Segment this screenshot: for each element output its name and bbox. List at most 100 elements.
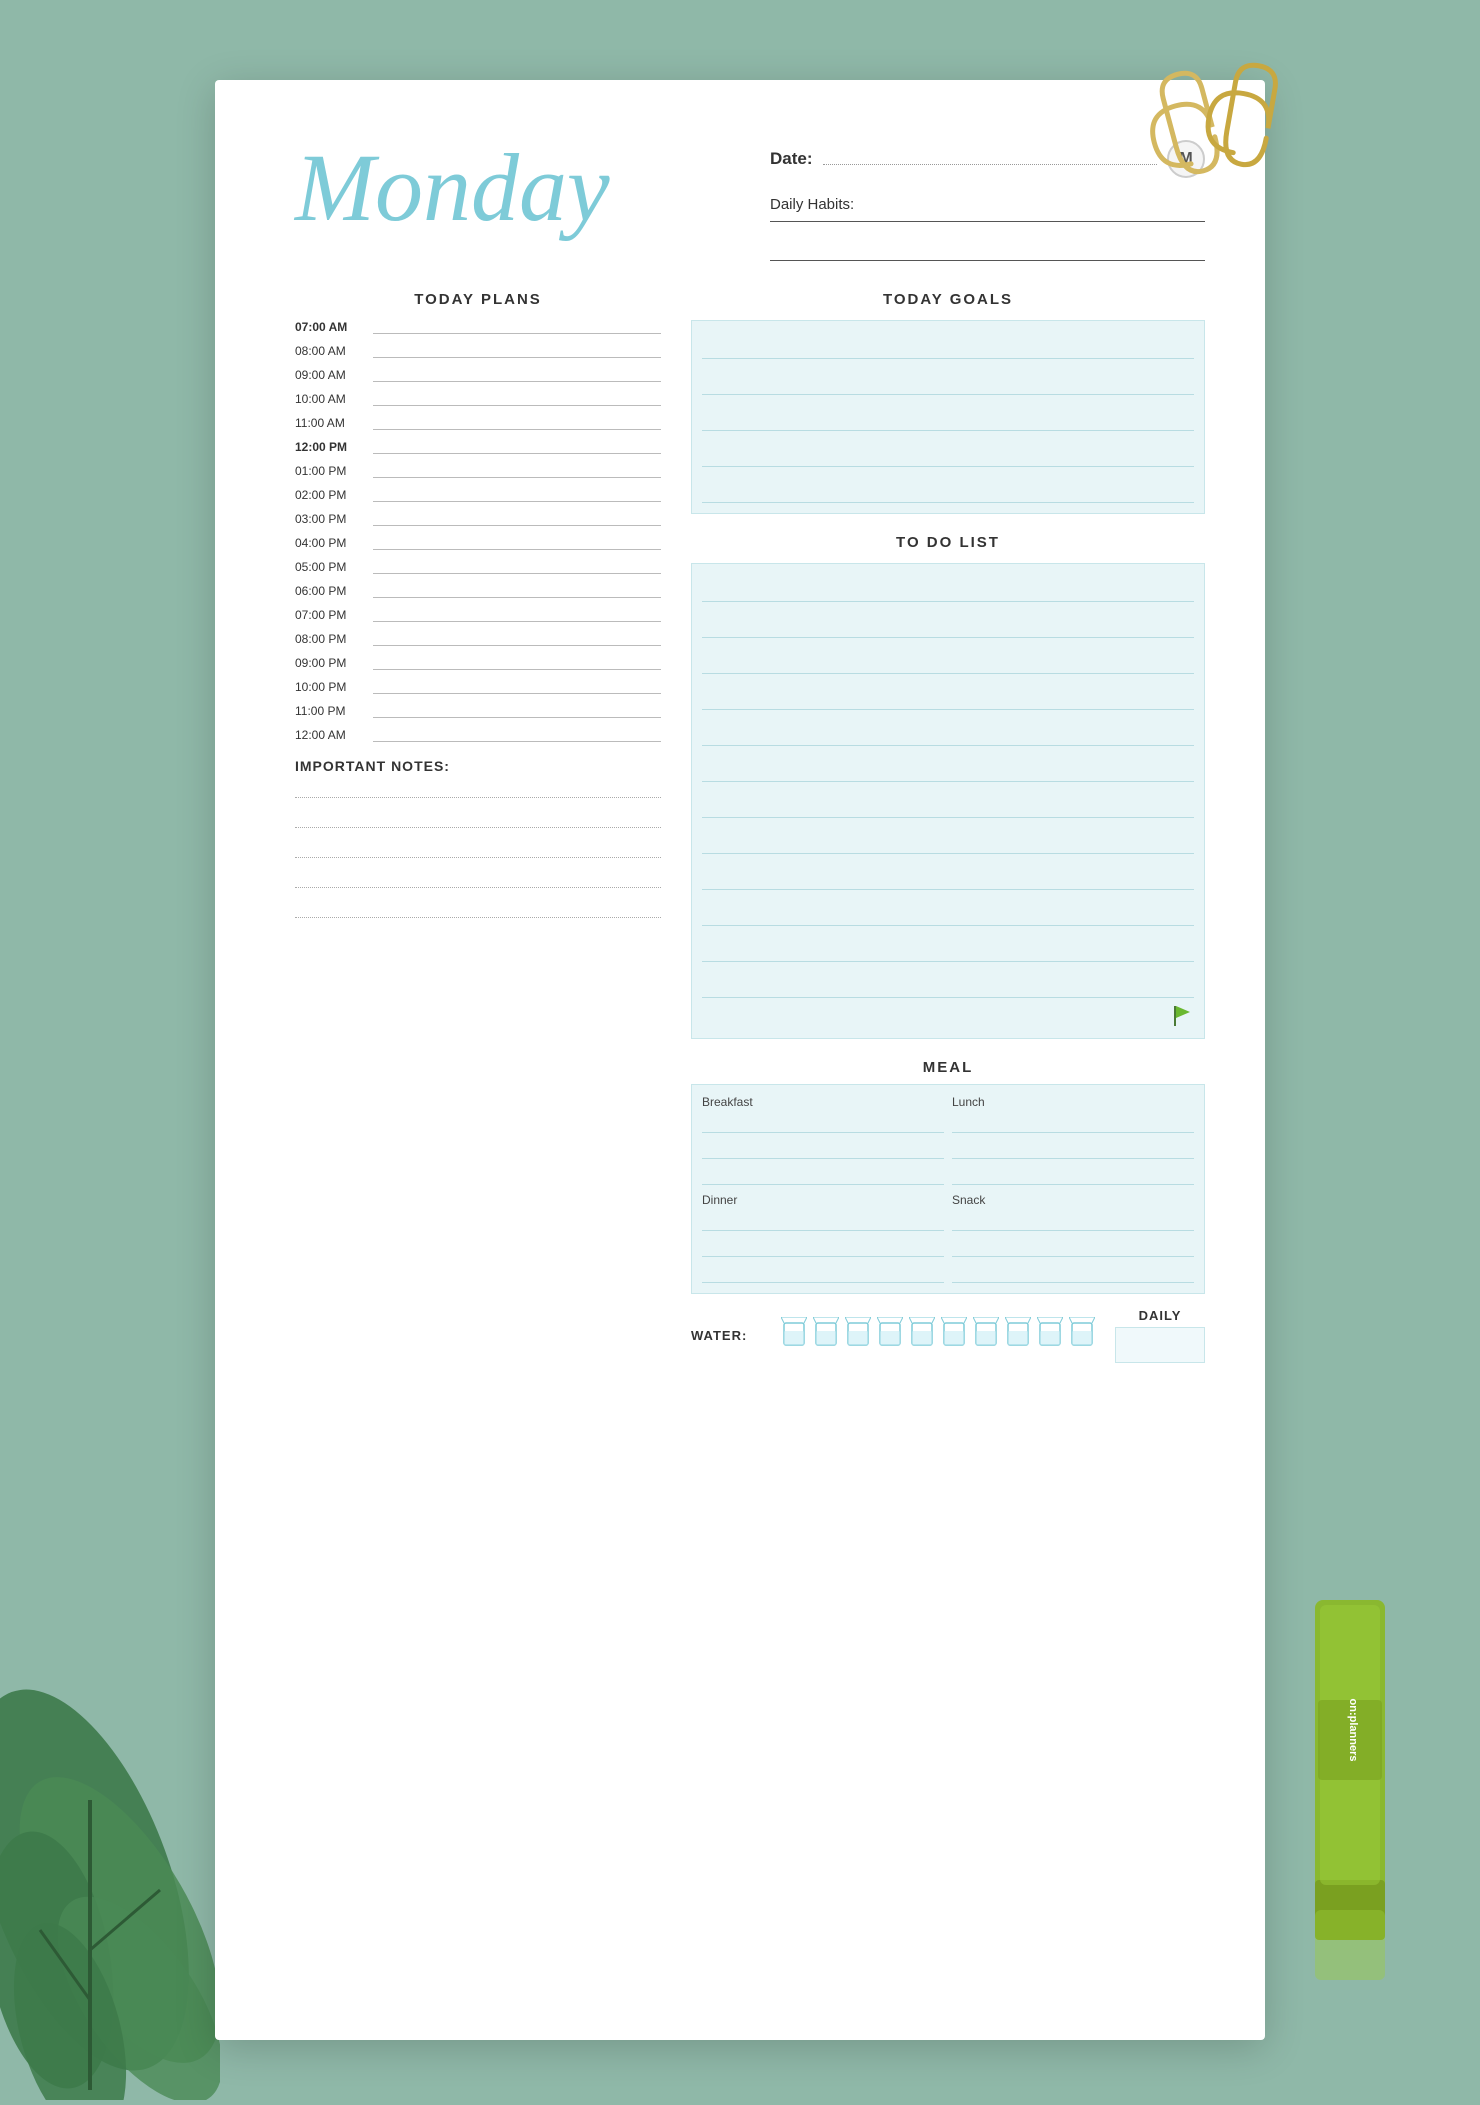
note-line (295, 872, 661, 888)
time-entry-line (373, 488, 661, 502)
water-label: WATER: (691, 1328, 761, 1343)
time-entry-line (373, 416, 661, 430)
paperclips-decoration (1120, 60, 1320, 180)
meal-grid: BreakfastLunchDinnerSnack (691, 1084, 1205, 1294)
title-area: Monday (295, 130, 730, 236)
meal-cell-lines (952, 1211, 1194, 1283)
time-row: 09:00 PM (295, 656, 661, 670)
time-label: 11:00 PM (295, 704, 367, 718)
goal-line (702, 439, 1194, 467)
todo-line (702, 970, 1194, 998)
time-label: 09:00 AM (295, 368, 367, 382)
meal-cell-label: Lunch (952, 1095, 1194, 1109)
main-content: TODAY PLANS 07:00 AM08:00 AM09:00 AM10:0… (295, 291, 1205, 1363)
habits-label: Daily Habits: (770, 196, 1205, 213)
time-entry-line (373, 392, 661, 406)
water-cups (781, 1317, 1095, 1354)
time-row: 02:00 PM (295, 488, 661, 502)
daily-label: DAILY (1139, 1308, 1182, 1323)
goal-line (702, 331, 1194, 359)
leaf-decoration (0, 1600, 220, 2100)
time-label: 08:00 AM (295, 344, 367, 358)
meal-title: MEAL (691, 1059, 1205, 1076)
water-cup (941, 1317, 967, 1354)
time-entry-line (373, 368, 661, 382)
water-cup (1069, 1317, 1095, 1354)
meal-entry-line (952, 1211, 1194, 1231)
highlighter-decoration: on:planners (1300, 1600, 1400, 1980)
note-line (295, 812, 661, 828)
goal-line (702, 367, 1194, 395)
time-row: 12:00 PM (295, 440, 661, 454)
water-cup (909, 1317, 935, 1354)
time-row: 07:00 AM (295, 320, 661, 334)
time-label: 03:00 PM (295, 512, 367, 526)
time-entry-line (373, 680, 661, 694)
svg-text:on:planners: on:planners (1347, 1699, 1359, 1762)
time-slots-list: 07:00 AM 08:00 AM 09:00 AM 10:00 AM 11:00 AM… (295, 320, 661, 742)
todo-line (702, 682, 1194, 710)
time-label: 12:00 AM (295, 728, 367, 742)
time-row: 03:00 PM (295, 512, 661, 526)
notes-section: IMPORTANT NOTES: (295, 758, 661, 918)
time-entry-line (373, 584, 661, 598)
water-cup (1005, 1317, 1031, 1354)
time-entry-line (373, 320, 661, 334)
time-row: 05:00 PM (295, 560, 661, 574)
time-label: 05:00 PM (295, 560, 367, 574)
todo-line (702, 718, 1194, 746)
date-dots-line (823, 153, 1157, 165)
note-line (295, 902, 661, 918)
daily-box (1115, 1327, 1205, 1363)
todo-line (702, 610, 1194, 638)
flag-container (702, 1004, 1194, 1028)
meal-cell-label: Breakfast (702, 1095, 944, 1109)
time-row: 12:00 AM (295, 728, 661, 742)
meal-entry-line (952, 1263, 1194, 1283)
notes-title: IMPORTANT NOTES: (295, 758, 661, 774)
time-label: 12:00 PM (295, 440, 367, 454)
time-label: 04:00 PM (295, 536, 367, 550)
time-label: 08:00 PM (295, 632, 367, 646)
date-label: Date: (770, 149, 813, 169)
header: Monday Date: M Daily Habits: (295, 130, 1205, 261)
time-entry-line (373, 536, 661, 550)
todo-lines (702, 574, 1194, 998)
water-cup (813, 1317, 839, 1354)
meal-entry-line (702, 1139, 944, 1159)
meal-entry-line (702, 1211, 944, 1231)
todo-line (702, 826, 1194, 854)
goal-line (702, 403, 1194, 431)
time-label: 10:00 AM (295, 392, 367, 406)
meal-cell-lines (702, 1211, 944, 1283)
water-cup (845, 1317, 871, 1354)
todo-line (702, 646, 1194, 674)
left-column: TODAY PLANS 07:00 AM08:00 AM09:00 AM10:0… (295, 291, 661, 1363)
time-row: 08:00 AM (295, 344, 661, 358)
time-entry-line (373, 728, 661, 742)
water-cup (781, 1317, 807, 1354)
meal-cell-lines (702, 1113, 944, 1185)
right-column: TODAY GOALS TO DO LIST MEAL (691, 291, 1205, 1363)
goal-line (702, 475, 1194, 503)
todo-line (702, 754, 1194, 782)
time-row: 11:00 AM (295, 416, 661, 430)
time-label: 10:00 PM (295, 680, 367, 694)
water-section: WATER: (691, 1308, 1205, 1363)
todo-line (702, 862, 1194, 890)
time-row: 09:00 AM (295, 368, 661, 382)
time-entry-line (373, 440, 661, 454)
meal-cell-label: Snack (952, 1193, 1194, 1207)
time-entry-line (373, 704, 661, 718)
goals-lines (702, 331, 1194, 503)
time-entry-line (373, 632, 661, 646)
time-label: 07:00 AM (295, 320, 367, 334)
flag-icon (1170, 1004, 1194, 1028)
time-row: 10:00 AM (295, 392, 661, 406)
today-goals-title: TODAY GOALS (691, 291, 1205, 308)
time-row: 08:00 PM (295, 632, 661, 646)
time-entry-line (373, 512, 661, 526)
water-cup (877, 1317, 903, 1354)
notes-lines (295, 782, 661, 918)
planner-page: Monday Date: M Daily Habits: TODAY PLANS… (215, 80, 1265, 2040)
